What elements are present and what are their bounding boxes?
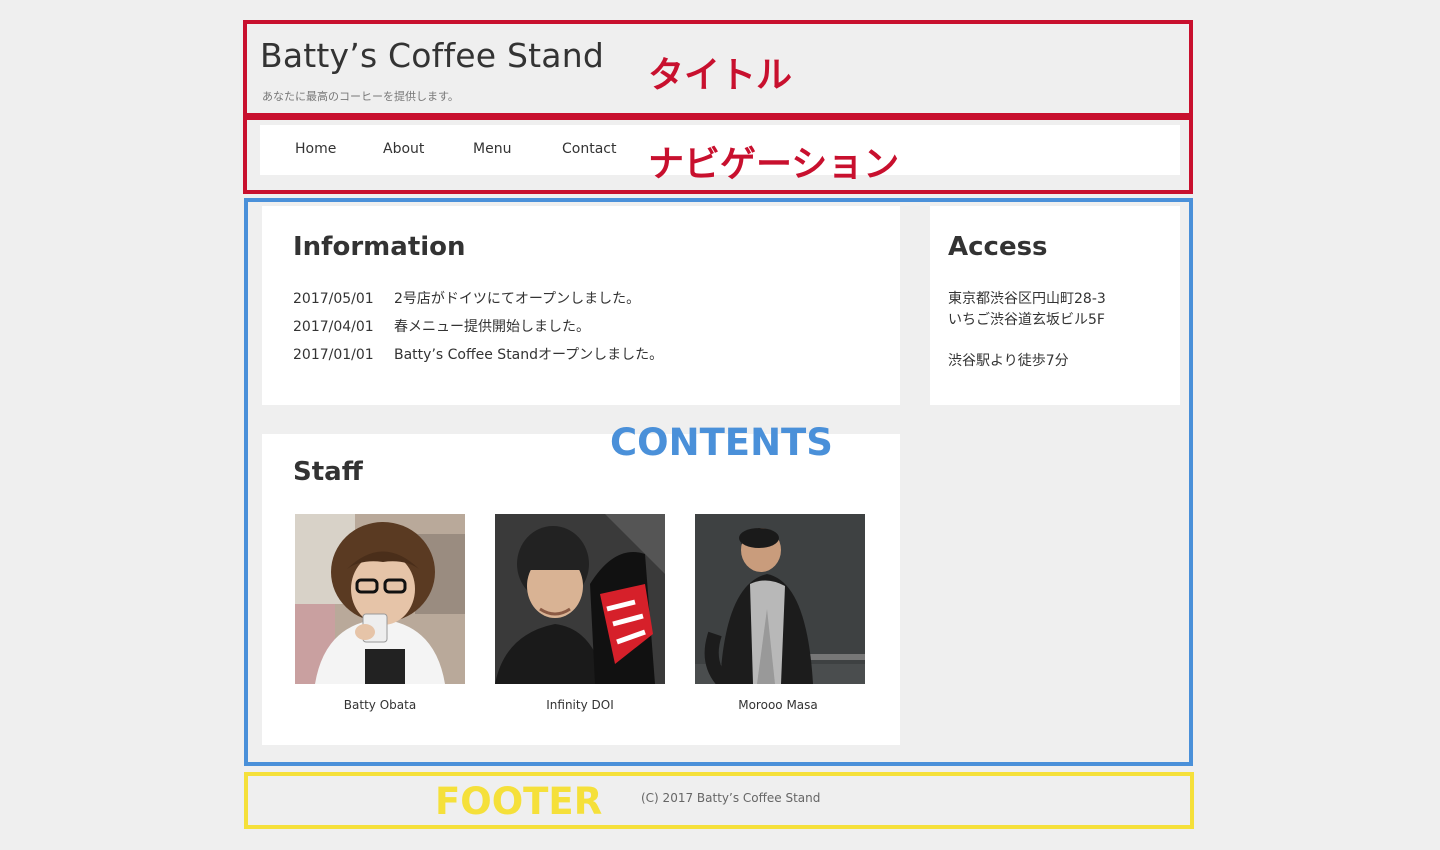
news-text: Batty’s Coffee Standオープンしました。 — [394, 347, 664, 363]
staff-heading: Staff — [293, 457, 363, 487]
navigation-annotation-label: ナビゲーション — [648, 144, 900, 185]
access-address-line1: 東京都渋谷区円山町28-3 — [948, 291, 1106, 307]
nav-item-home[interactable]: Home — [295, 141, 336, 157]
staff-name: Batty Obata — [343, 698, 417, 712]
news-date: 2017/01/01 — [293, 347, 374, 363]
information-heading: Information — [293, 232, 466, 262]
nav-item-about[interactable]: About — [383, 141, 424, 157]
staff-photo-batty[interactable] — [295, 514, 465, 684]
news-text: 2号店がドイツにてオープンしました。 — [394, 291, 641, 307]
site-tagline: あなたに最高のコーヒーを提供します。 — [262, 90, 459, 103]
footer-copyright: (C) 2017 Batty’s Coffee Stand — [641, 791, 821, 805]
news-date: 2017/05/01 — [293, 291, 374, 307]
news-text: 春メニュー提供開始しました。 — [394, 319, 590, 335]
news-item[interactable]: 2017/05/01 2号店がドイツにてオープンしました。 — [293, 288, 640, 308]
access-heading: Access — [948, 232, 1048, 262]
footer-annotation-label: FOOTER — [435, 780, 603, 823]
nav-item-contact[interactable]: Contact — [562, 141, 616, 157]
staff-photo-morooo[interactable] — [695, 514, 865, 684]
site-title[interactable]: Batty’s Coffee Stand — [260, 36, 604, 75]
staff-name: Morooo Masa — [738, 698, 818, 712]
news-date: 2017/04/01 — [293, 319, 374, 335]
news-item[interactable]: 2017/04/01 春メニュー提供開始しました。 — [293, 316, 590, 336]
nav-item-menu[interactable]: Menu — [473, 141, 511, 157]
contents-annotation-label: CONTENTS — [610, 421, 833, 464]
staff-photo-infinity[interactable] — [495, 514, 665, 684]
staff-name: Infinity DOI — [546, 698, 614, 712]
access-address-line2: いちご渋谷道玄坂ビル5F — [948, 312, 1105, 328]
title-annotation-label: タイトル — [648, 55, 793, 96]
access-directions: 渋谷駅より徒歩7分 — [948, 353, 1069, 369]
news-item[interactable]: 2017/01/01 Batty’s Coffee Standオープンしました。 — [293, 344, 663, 364]
